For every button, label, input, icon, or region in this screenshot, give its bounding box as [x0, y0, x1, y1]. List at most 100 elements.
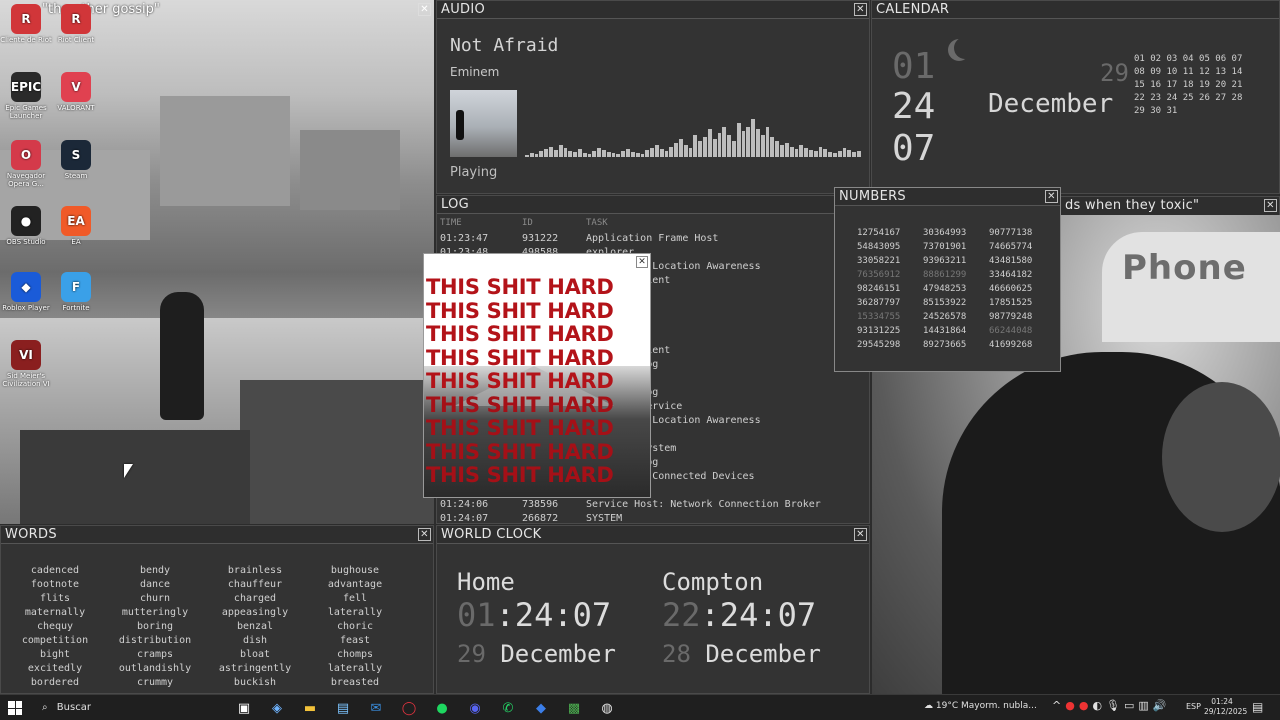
words-title: WORDS	[5, 527, 57, 542]
visualizer-bar	[693, 135, 698, 157]
file-explorer-icon[interactable]: ▬	[298, 698, 322, 718]
visualizer-bar	[529, 153, 534, 157]
visualizer-bar	[698, 141, 703, 157]
minecraft-icon[interactable]: ▩	[562, 698, 586, 718]
desktop-icon[interactable]: EA EA	[50, 206, 102, 246]
visualizer-bar	[626, 149, 630, 157]
copilot-icon[interactable]: ◈	[265, 698, 289, 718]
number-value: 73701901	[923, 242, 967, 252]
desktop-icon[interactable]: ◆ Roblox Player	[0, 272, 52, 312]
numbers-titlebar: NUMBERS ✕	[835, 188, 1060, 206]
microphone-icon[interactable]: 🎙	[1106, 699, 1120, 712]
album-popup-window[interactable]: ✕ THIS SHIT HARD THIS SHIT HARD THIS SHIT …	[423, 253, 651, 498]
close-icon[interactable]: ✕	[636, 256, 648, 268]
mail-icon[interactable]: ✉	[364, 698, 388, 718]
visualizer-bar	[525, 155, 529, 157]
mouse-cursor	[124, 464, 133, 478]
desktop-icon[interactable]: VI Sid Meier's Civilization VI	[0, 340, 52, 388]
city-date-home: 29 December	[457, 640, 616, 668]
visualizer-bar	[558, 145, 563, 157]
desktop-icon[interactable]: F Fortnite	[50, 272, 102, 312]
visualizer-bar	[563, 148, 568, 157]
desktop-icon[interactable]: O Navegador Opera G...	[0, 140, 52, 188]
city-name-compton: Compton	[662, 568, 764, 596]
visualizer-bar	[760, 135, 765, 157]
log-cell: 01:24:06	[440, 498, 489, 510]
chrome-icon[interactable]: ◍	[595, 698, 619, 718]
visualizer-bar	[679, 139, 683, 157]
popup-text-line: THIS SHIT HARD	[426, 416, 614, 440]
city-hour-compton: 22	[662, 596, 701, 634]
world-clock-widget: WORLD CLOCK ✕ Home 01:24:07 29 December …	[436, 525, 870, 694]
word-item: excitedly	[27, 663, 83, 674]
visualizer-bar	[765, 127, 770, 157]
audio-visualizer	[525, 111, 861, 157]
mini-calendar: 01 02 03 04 05 06 07 08 09 10 11 12 13 14…	[1134, 53, 1252, 118]
taskbar-search[interactable]: ⌕ Buscar	[38, 699, 91, 717]
visualizer-bar	[857, 151, 861, 157]
close-icon[interactable]: ✕	[854, 3, 867, 16]
taskbar-clock[interactable]: 01:24 29/12/2025	[1204, 697, 1247, 717]
chevron-up-icon[interactable]: ^	[1052, 699, 1061, 712]
city-name-home: Home	[457, 568, 515, 596]
popup-text-line: THIS SHIT HARD	[426, 392, 614, 417]
tray-app-icon[interactable]: ▭	[1124, 699, 1134, 712]
task-view-icon[interactable]: ▣	[232, 698, 256, 718]
number-value: 66244048	[989, 326, 1033, 336]
windows-start-icon[interactable]	[8, 701, 22, 715]
popup-text-line: THIS SHIT HARD	[426, 345, 614, 370]
desktop-icon[interactable]: R Cliente de Riot	[0, 4, 52, 44]
playback-status: Playing	[450, 165, 498, 180]
close-icon[interactable]: ✕	[418, 528, 431, 541]
close-icon[interactable]: ✕	[418, 3, 431, 16]
whatsapp-icon[interactable]: ✆	[496, 698, 520, 718]
popup-text-line: THIS SHIT HARD	[426, 463, 614, 487]
audio-titlebar: AUDIO ✕	[437, 1, 869, 19]
word-item: feast	[339, 635, 371, 646]
log-cell: 01:23:47	[440, 232, 489, 244]
store-icon[interactable]: ▤	[331, 698, 355, 718]
calendar-widget: CALENDAR 01 24 07 29 December 01 02 03 0…	[871, 0, 1280, 194]
word-item: cadenced	[30, 565, 80, 576]
discord-icon[interactable]: ◉	[463, 698, 487, 718]
visualizer-bar	[635, 153, 640, 157]
desktop-icon[interactable]: S Steam	[50, 140, 102, 180]
log-cell: Application Frame Host	[586, 232, 719, 244]
weather-widget[interactable]: ☁ 19°C Mayorm. nubla...	[924, 701, 1037, 711]
word-item: laterally	[327, 663, 383, 674]
desktop-icon-label: Navegador Opera G...	[6, 172, 46, 188]
word-item: fell	[342, 593, 368, 604]
mini-calendar-row: 01 02 03 04 05 06 07	[1134, 54, 1243, 64]
city-daynum-home: 29	[457, 640, 486, 668]
close-icon[interactable]: ✕	[1045, 190, 1058, 203]
visualizer-bar	[688, 148, 693, 157]
visualizer-bar	[703, 137, 707, 157]
language-indicator[interactable]: ESP	[1186, 702, 1201, 711]
visualizer-bar	[568, 151, 573, 157]
tray-app-icon[interactable]: ◐	[1092, 699, 1102, 712]
log-title: LOG	[441, 197, 469, 212]
desktop-icon[interactable]: R Riot Client	[50, 4, 102, 44]
civ-icon: VI	[11, 340, 41, 370]
desktop-icon[interactable]: EPIC Epic Games Launcher	[0, 72, 52, 120]
word-item: brainless	[227, 565, 283, 576]
roblox-studio-icon[interactable]: ◆	[529, 698, 553, 718]
word-item: advantage	[327, 579, 383, 590]
visualizer-bar	[611, 153, 616, 157]
spotify-icon[interactable]: ●	[430, 698, 454, 718]
notifications-icon[interactable]: ▤	[1252, 700, 1263, 714]
desktop-icon[interactable]: ● OBS Studio	[0, 206, 52, 246]
log-titlebar: LOG	[437, 196, 869, 214]
close-icon[interactable]: ✕	[1264, 199, 1277, 212]
calendar-title: CALENDAR	[876, 2, 950, 17]
word-item: buckish	[233, 677, 277, 688]
number-value: 85153922	[923, 298, 967, 308]
visualizer-bar	[852, 152, 857, 157]
desktop-icon[interactable]: V VALORANT	[50, 72, 102, 112]
tray-app-icon[interactable]: ●	[1065, 699, 1075, 712]
network-icon[interactable]: ▥	[1138, 699, 1148, 712]
tray-app-icon[interactable]: ●	[1079, 699, 1089, 712]
opera-gx-icon[interactable]: ◯	[397, 698, 421, 718]
volume-icon[interactable]: 🔊	[1153, 699, 1167, 712]
close-icon[interactable]: ✕	[854, 528, 867, 541]
